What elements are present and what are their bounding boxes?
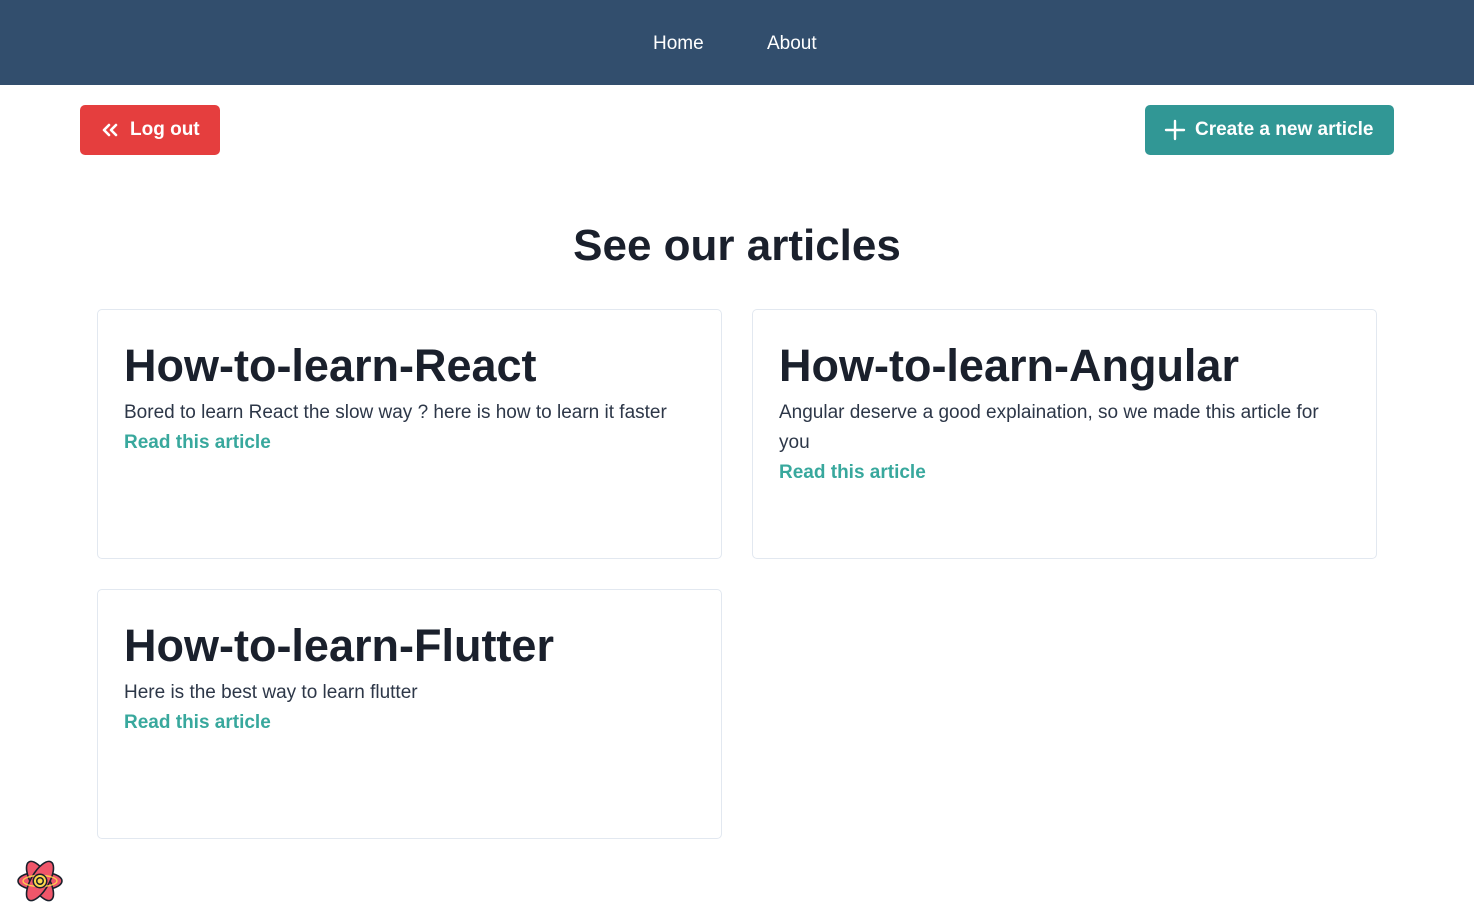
article-card: How-to-learn-Flutter Here is the best wa… (97, 589, 722, 839)
create-article-button[interactable]: Create a new article (1145, 105, 1394, 155)
article-card: How-to-learn-Angular Angular deserve a g… (752, 309, 1377, 559)
article-description: Bored to learn React the slow way ? here… (124, 402, 667, 423)
article-card: How-to-learn-React Bored to learn React … (97, 309, 722, 559)
read-article-link[interactable]: Read this article (124, 708, 695, 738)
plus-icon (1163, 118, 1187, 142)
nav-link-about[interactable]: About (767, 30, 817, 58)
react-query-devtools-icon[interactable] (14, 857, 66, 909)
create-article-label: Create a new article (1195, 119, 1374, 140)
logout-label: Log out (130, 119, 200, 140)
article-title: How-to-learn-React (124, 340, 537, 391)
page-title: See our articles (573, 221, 901, 270)
nav-link-home[interactable]: Home (653, 30, 704, 58)
article-title: How-to-learn-Flutter (124, 620, 554, 671)
article-description: Angular deserve a good explaination, so … (779, 402, 1319, 453)
logout-button[interactable]: Log out (80, 105, 220, 155)
top-navbar: Home About (0, 0, 1474, 85)
article-title: How-to-learn-Angular (779, 340, 1239, 391)
article-description: Here is the best way to learn flutter (124, 682, 418, 703)
chevrons-left-icon (98, 118, 122, 142)
read-article-link[interactable]: Read this article (124, 428, 695, 458)
read-article-link[interactable]: Read this article (779, 458, 1350, 488)
